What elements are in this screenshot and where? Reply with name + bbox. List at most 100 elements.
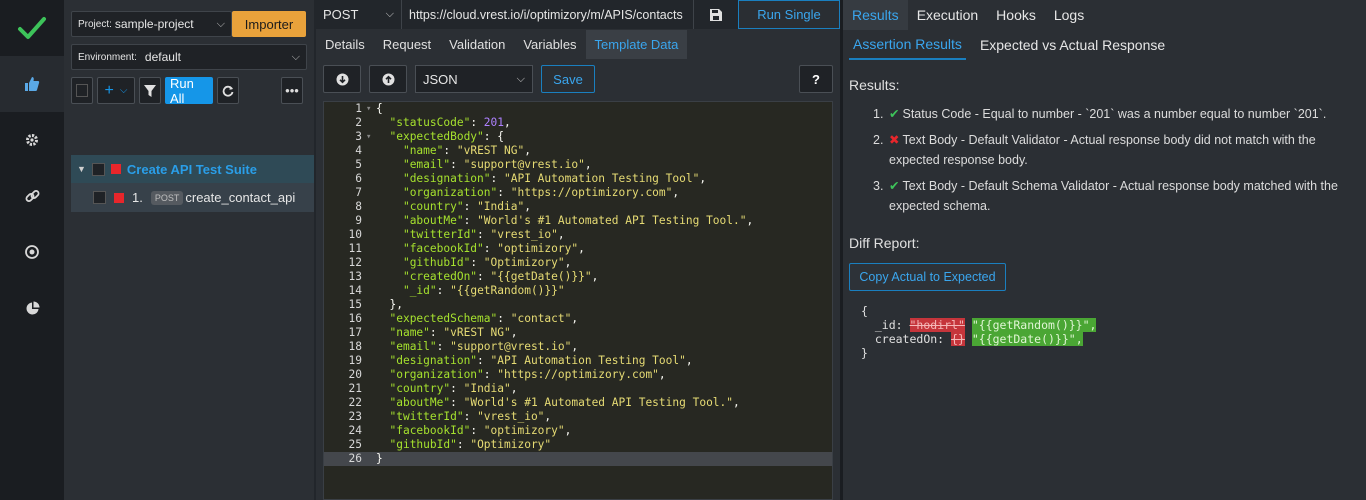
more-button[interactable]: •••: [281, 77, 303, 104]
project-select[interactable]: Project: sample-project ⌵: [71, 11, 232, 37]
copy-actual-to-expected-button[interactable]: Copy Actual to Expected: [849, 263, 1006, 291]
code-line: 11 "facebookId": "optimizory",: [324, 242, 832, 256]
tab-assertion-results[interactable]: Assertion Results: [849, 30, 966, 60]
collapse-caret-icon[interactable]: ▼: [77, 164, 86, 174]
line-number: 16: [348, 312, 362, 325]
test-case-row[interactable]: 1. POST create_contact_api: [71, 183, 314, 212]
code-text: "designation": "API Automation Testing T…: [389, 354, 693, 367]
testcase-checkbox[interactable]: [93, 191, 106, 204]
filter-button[interactable]: [139, 77, 161, 104]
code-editor[interactable]: 1 ▾{2 "statusCode": 201, 3 ▾ "expectedBody"…: [323, 101, 833, 500]
assertion-results-list: 1. ✔ Status Code - Equal to number - `201`…: [873, 104, 1363, 222]
tab-hooks[interactable]: Hooks: [987, 0, 1045, 30]
line-number: 1: [355, 102, 362, 115]
line-number: 22: [348, 396, 362, 409]
code-line: 23 "twitterId": "vrest_io",: [324, 410, 832, 424]
assertion-result-item: 3. ✔ Text Body - Default Schema Validator …: [873, 176, 1363, 216]
editor-toolbar: JSON ⌵ Save ?: [323, 65, 833, 93]
project-label: Project:: [78, 18, 112, 30]
code-text: "aboutMe": "World's #1 Automated API Tes…: [402, 214, 754, 227]
select-all-checkbox[interactable]: [71, 77, 93, 104]
code-line: 13 "createdOn": "{{getDate()}}",: [324, 270, 832, 284]
pie-chart-icon[interactable]: [0, 280, 64, 336]
diff-report: { _id: "hodirl" "{{getRandom()}}", creat…: [861, 304, 1097, 360]
method-select[interactable]: POST ⌵: [316, 0, 402, 29]
diff-heading: Diff Report:: [849, 235, 920, 251]
tab-template-data[interactable]: Template Data: [585, 30, 688, 59]
code-line: 7 "organization": "https://optimizory.co…: [324, 186, 832, 200]
target-icon[interactable]: [0, 224, 64, 280]
link-icon[interactable]: [0, 168, 64, 224]
run-all-button[interactable]: Run All: [165, 76, 213, 106]
result-text: Text Body - Default Validator - Actual r…: [889, 133, 1316, 167]
fold-arrow-icon[interactable]: ▾: [366, 102, 376, 116]
plus-icon: +: [104, 81, 114, 99]
tab-validation[interactable]: Validation: [440, 30, 514, 59]
tab-details[interactable]: Details: [316, 30, 374, 59]
test-suite-row[interactable]: ▼ Create API Test Suite: [71, 155, 314, 183]
importer-button[interactable]: Importer: [232, 11, 306, 37]
code-text: "email": "support@vrest.io",: [389, 340, 579, 353]
code-text: },: [376, 298, 403, 311]
tab-execution[interactable]: Execution: [908, 0, 987, 30]
run-single-button[interactable]: Run Single: [738, 0, 840, 29]
tab-expected-vs-actual[interactable]: Expected vs Actual Response: [976, 30, 1169, 60]
check-icon: ✔: [889, 179, 900, 193]
chevron-down-icon: ⌵: [291, 50, 300, 63]
line-number: 8: [355, 200, 362, 213]
save-button[interactable]: Save: [541, 65, 595, 93]
save-request-button[interactable]: [694, 0, 738, 29]
add-button[interactable]: + ⌵: [97, 77, 135, 104]
result-number: 2.: [873, 133, 884, 147]
result-number: 3.: [873, 179, 884, 193]
line-number: 11: [348, 242, 362, 255]
code-text: "_id": "{{getRandom()}}": [402, 284, 565, 297]
format-value: JSON: [423, 71, 458, 87]
sidebar-toolbar: + ⌵ Run All •••: [71, 76, 303, 106]
upload-button[interactable]: [369, 65, 407, 93]
download-button[interactable]: [323, 65, 361, 93]
more-icon: •••: [285, 83, 299, 98]
line-number: 9: [355, 214, 362, 227]
thumbs-up-icon[interactable]: [0, 56, 64, 112]
chevron-down-icon: ⌵: [216, 17, 225, 30]
line-number: 19: [348, 354, 362, 367]
diff-key: createdOn:: [874, 332, 945, 346]
code-line: 1 ▾{: [324, 102, 832, 116]
request-panel: POST ⌵ https://cloud.vrest.io/i/optimizo…: [316, 0, 840, 500]
check-icon: ✔: [889, 107, 900, 121]
tab-results[interactable]: Results: [843, 0, 908, 30]
line-number: 13: [348, 270, 362, 283]
result-text: Status Code - Equal to number - `201` wa…: [902, 107, 1327, 121]
environment-select[interactable]: Environment: default ⌵: [71, 44, 307, 70]
help-button[interactable]: ?: [799, 65, 833, 93]
checkmark-logo[interactable]: [0, 0, 64, 56]
tab-variables[interactable]: Variables: [514, 30, 585, 59]
line-number: 18: [348, 340, 362, 353]
gear-icon[interactable]: [0, 112, 64, 168]
code-line: 9 "aboutMe": "World's #1 Automated API T…: [324, 214, 832, 228]
fold-arrow-icon[interactable]: ▾: [366, 130, 376, 144]
code-line: 5 "email": "support@vrest.io",: [324, 158, 832, 172]
tab-logs[interactable]: Logs: [1045, 0, 1093, 30]
format-select[interactable]: JSON ⌵: [415, 65, 533, 93]
diff-open-brace: {: [861, 304, 868, 318]
suite-checkbox[interactable]: [91, 162, 105, 176]
url-input[interactable]: https://cloud.vrest.io/i/optimizory/m/AP…: [402, 0, 694, 29]
arrow-down-circle-icon: [336, 73, 348, 85]
diff-added: "{{getRandom()}}",: [971, 318, 1097, 332]
refresh-button[interactable]: [217, 77, 239, 104]
line-number: 12: [348, 256, 362, 269]
line-number: 24: [348, 424, 362, 437]
code-line: 8 "country": "India",: [324, 200, 832, 214]
tab-request[interactable]: Request: [374, 30, 440, 59]
